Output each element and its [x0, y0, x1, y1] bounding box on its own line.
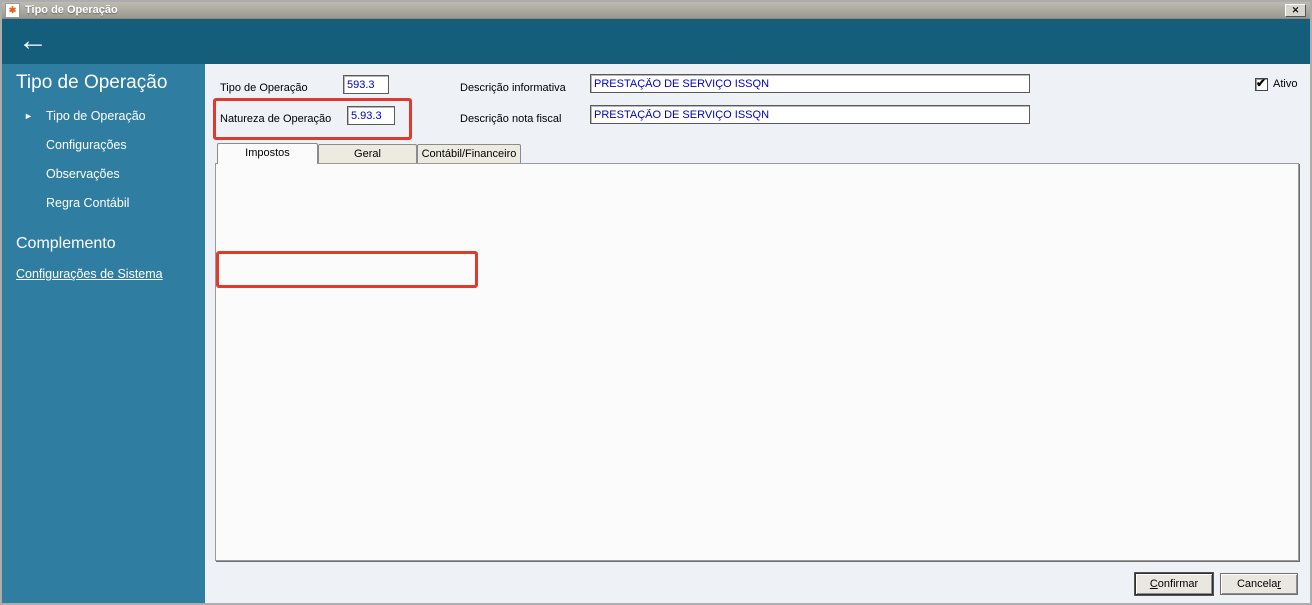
- descricao-nota-fiscal-input[interactable]: [590, 105, 1030, 124]
- descricao-informativa-input[interactable]: [590, 74, 1030, 93]
- active-item-marker-icon: ►: [24, 111, 33, 121]
- tab-geral[interactable]: Geral: [318, 144, 417, 163]
- sidebar-section-heading-complemento: Complemento: [16, 235, 116, 252]
- tab-contabil-financeiro[interactable]: Contábil/Financeiro: [417, 144, 521, 163]
- tab-impostos[interactable]: Impostos: [217, 143, 318, 164]
- impostos-tab-panel: [215, 163, 1299, 561]
- window-title: Tipo de Operação: [25, 4, 118, 16]
- natureza-de-operacao-input[interactable]: [347, 106, 395, 125]
- back-icon: ←: [18, 24, 48, 57]
- title-bar: ✱ Tipo de Operação: [2, 2, 1310, 19]
- sidebar-link-configuracoes-de-sistema[interactable]: Configurações de Sistema: [16, 267, 163, 281]
- sidebar-item-regra-contabil[interactable]: Regra Contábil: [46, 195, 129, 211]
- sidebar-item-configuracoes[interactable]: Configurações: [46, 137, 127, 153]
- descricao-nota-fiscal-label: Descrição nota fiscal: [460, 113, 562, 125]
- tipo-de-operacao-label: Tipo de Operação: [220, 82, 308, 94]
- header-band: ←: [2, 19, 1310, 64]
- back-button[interactable]: ←: [18, 21, 48, 61]
- sidebar-item-observacoes[interactable]: Observações: [46, 166, 120, 182]
- close-icon: ✕: [1291, 5, 1300, 15]
- sidebar-heading: Tipo de Operação: [16, 72, 168, 93]
- tipo-de-operacao-window: ✱ Tipo de Operação ✕ ← Tipo de Operação …: [0, 0, 1312, 605]
- descricao-informativa-label: Descrição informativa: [460, 82, 566, 94]
- natureza-de-operacao-label: Natureza de Operação: [220, 113, 332, 125]
- sidebar-item-tipo-de-operacao[interactable]: Tipo de Operação: [46, 108, 146, 124]
- tipo-de-operacao-input[interactable]: [343, 75, 389, 94]
- checkmark-icon: ✔: [1256, 76, 1267, 90]
- ativo-label: Ativo: [1273, 78, 1298, 90]
- close-button[interactable]: ✕: [1285, 4, 1306, 17]
- confirmar-button[interactable]: Confirmar: [1135, 573, 1213, 595]
- ativo-checkbox[interactable]: ✔: [1255, 76, 1268, 91]
- cancelar-button[interactable]: Cancelar: [1220, 573, 1298, 595]
- app-icon: ✱: [5, 2, 20, 18]
